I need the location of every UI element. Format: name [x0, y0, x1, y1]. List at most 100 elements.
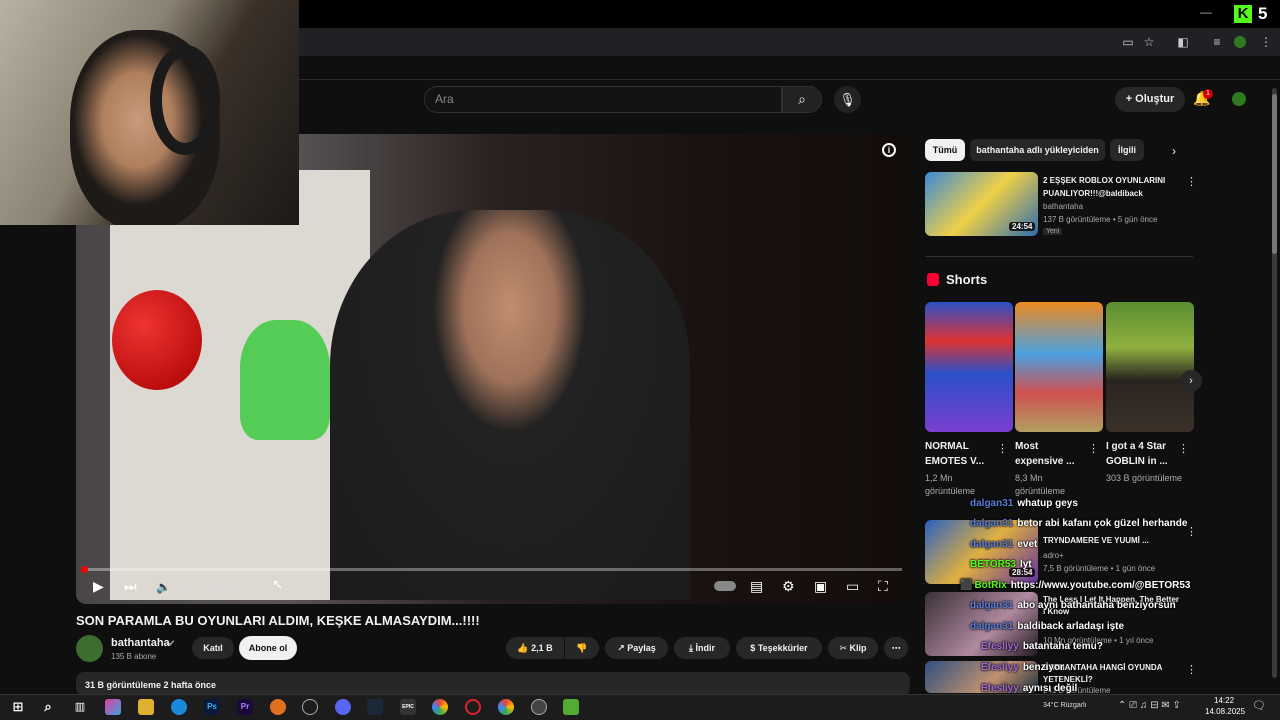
more-icon[interactable]: ⋮ — [1186, 663, 1197, 676]
recommended-title[interactable]: 2 EŞŞEK ROBLOX OYUNLARINI PUANLIYOR!!!@b… — [1043, 174, 1183, 200]
avatar[interactable] — [1232, 92, 1246, 106]
system-tray-icon[interactable]: ⌃ ⎚ ♫ ⊟ ✉ ⇪ — [1118, 700, 1181, 711]
settings-icon[interactable]: ⚙ — [782, 578, 795, 595]
video-time: 0:00 / 18:00 — [182, 581, 230, 591]
share-button[interactable]: ↗ Paylaş — [605, 637, 668, 659]
app-icon[interactable] — [270, 699, 286, 715]
file-explorer-icon[interactable] — [138, 699, 154, 715]
edge-icon[interactable] — [171, 699, 187, 715]
join-button[interactable]: Katıl — [192, 637, 234, 659]
notification-badge: 1 — [1203, 89, 1213, 99]
opera-icon[interactable] — [465, 699, 481, 715]
short-title[interactable]: Most expensive ... — [1015, 439, 1085, 469]
more-icon[interactable]: ⋯ — [884, 637, 908, 659]
miniplayer-icon[interactable]: ▣ — [814, 578, 827, 595]
obs-icon[interactable] — [302, 699, 318, 715]
chat-user: dalgan31 — [970, 600, 1014, 611]
search-icon[interactable]: ⌕ — [40, 699, 56, 715]
more-icon[interactable]: ⋮ — [1088, 442, 1099, 455]
discord-icon[interactable] — [335, 699, 351, 715]
bot-icon: ⬛ — [960, 580, 973, 591]
download-button[interactable]: ⤓ İndir — [674, 637, 730, 659]
subscribe-button[interactable]: Abone ol — [239, 636, 297, 660]
thanks-label: Teşekkürler — [757, 643, 808, 653]
like-button[interactable]: 👍 2,1 B — [506, 637, 564, 659]
dislike-icon: 👎 — [576, 643, 588, 653]
theater-icon[interactable]: ▭ — [846, 578, 859, 595]
chevron-right-icon[interactable]: › — [1180, 370, 1202, 392]
chat-user: Efesliyy — [981, 683, 1019, 694]
dislike-button[interactable]: 👎 — [565, 637, 599, 659]
copilot-icon[interactable] — [105, 699, 121, 715]
chrome-icon[interactable] — [432, 699, 448, 715]
clock-date[interactable]: 14.08.2025 — [1205, 707, 1245, 716]
chip-related[interactable]: İlgili — [1110, 139, 1144, 161]
more-icon[interactable]: ⋮ — [1186, 525, 1197, 538]
cast-icon[interactable]: ▭ — [1120, 34, 1136, 50]
minecraft-icon[interactable] — [563, 699, 579, 715]
list-title[interactable]: TRYNDAMERE VE YUUMİ ... — [1043, 535, 1183, 547]
chat-text: aynısı değil — [1022, 683, 1078, 694]
minimize-icon[interactable]: — — [1200, 5, 1212, 19]
obs-active-icon[interactable] — [531, 699, 547, 715]
media-icon[interactable]: ≡ — [1209, 34, 1225, 50]
create-button[interactable]: + Oluştur — [1115, 87, 1185, 112]
clip-button[interactable]: ✂ Klip — [828, 637, 878, 659]
chat-text: lyt — [1019, 559, 1032, 570]
more-icon[interactable]: ⋮ — [1186, 175, 1197, 188]
info-icon[interactable]: i — [882, 143, 896, 157]
clock-time[interactable]: 14:22 — [1214, 696, 1234, 705]
chrome-icon[interactable] — [498, 699, 514, 715]
channel-avatar[interactable] — [76, 635, 103, 662]
notification-center-icon[interactable]: 🗨 — [1252, 699, 1266, 712]
chat-message: dalgan31 whatup geys — [970, 498, 1078, 509]
fullscreen-icon[interactable]: ⛶ — [878, 578, 888, 595]
more-icon[interactable]: ⋮ — [997, 442, 1008, 455]
menu-icon[interactable]: ⋮ — [1258, 34, 1274, 50]
short-title[interactable]: NORMAL EMOTES V... — [925, 439, 995, 469]
short-title[interactable]: I got a 4 Star GOBLIN in ... — [1106, 439, 1176, 469]
share-label: Paylaş — [627, 643, 656, 653]
autoplay-toggle[interactable] — [714, 581, 736, 591]
extensions-icon[interactable]: ◧ — [1175, 34, 1191, 50]
chip-uploader[interactable]: bathantaha adlı yükleyiciden — [970, 139, 1105, 161]
epic-games-icon[interactable]: EPIC — [400, 699, 416, 715]
short-thumbnail[interactable] — [1106, 302, 1194, 432]
next-icon[interactable]: ⏭ — [124, 578, 137, 595]
photoshop-icon[interactable]: Ps — [204, 699, 220, 715]
chat-user: dalgan31 — [970, 518, 1014, 529]
mic-icon[interactable]: 🎙 — [834, 86, 861, 113]
chevron-right-icon[interactable]: › — [1172, 144, 1176, 158]
new-badge: Yeni — [1043, 228, 1063, 235]
scrollbar-thumb[interactable] — [1272, 94, 1277, 254]
more-icon[interactable]: ⋮ — [1178, 442, 1189, 455]
star-icon[interactable]: ☆ — [1141, 34, 1157, 50]
chip-all[interactable]: Tümü — [925, 139, 965, 161]
profile-icon[interactable] — [1234, 36, 1246, 48]
subtitles-icon[interactable]: ▤ — [750, 578, 763, 595]
download-label: İndir — [695, 643, 715, 653]
chat-user: Efesliyy — [981, 662, 1019, 673]
search-input[interactable]: Ara — [424, 86, 782, 113]
thanks-button[interactable]: $ Teşekkürler — [736, 637, 822, 659]
chat-text: https://www.youtube.com/@BETOR53 — [1010, 580, 1191, 591]
short-thumbnail[interactable] — [1015, 302, 1103, 432]
progress-bar[interactable] — [84, 568, 902, 571]
steam-icon[interactable] — [367, 699, 383, 715]
kick-logo: K — [1234, 5, 1252, 23]
weather-text: 34°C Rüzgarlı — [1043, 702, 1087, 709]
duration-badge: 24:54 — [1009, 222, 1036, 231]
volume-icon[interactable]: 🔈 — [156, 580, 171, 594]
search-icon[interactable]: ⌕ — [782, 86, 822, 113]
channel-name[interactable]: bathantaha — [111, 637, 170, 649]
progress-handle[interactable] — [81, 566, 88, 573]
webcam-overlay — [0, 0, 299, 225]
short-thumbnail[interactable] — [925, 302, 1013, 432]
task-view-icon[interactable]: ▥ — [72, 699, 88, 715]
recommended-channel[interactable]: bathantaha — [1043, 202, 1083, 211]
premiere-icon[interactable]: Pr — [237, 699, 253, 715]
list-channel[interactable]: adro+ — [1043, 551, 1064, 560]
windows-start-icon[interactable]: ⊞ — [10, 699, 26, 715]
play-icon[interactable]: ▶ — [93, 578, 104, 595]
video-balloon — [112, 290, 202, 390]
